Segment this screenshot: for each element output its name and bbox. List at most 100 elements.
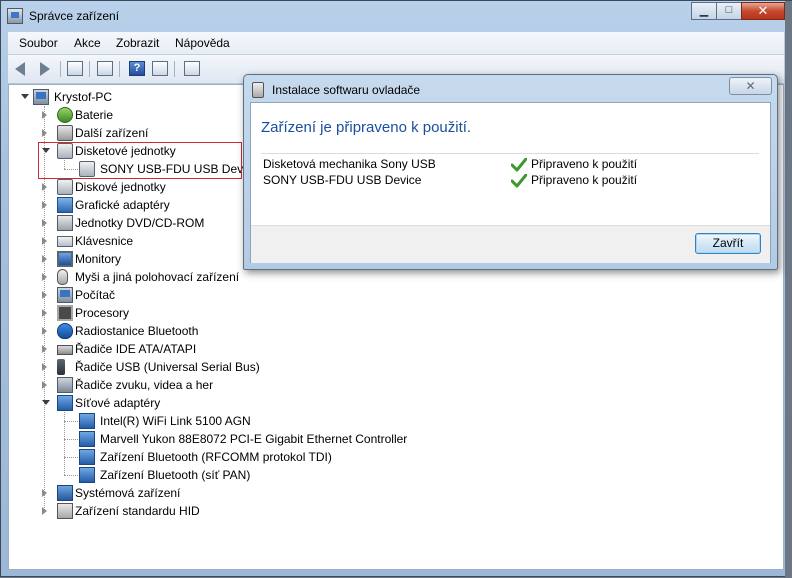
processor-icon (57, 305, 73, 321)
forward-icon[interactable] (35, 60, 53, 78)
title-bar[interactable]: Správce zařízení ▁ □ ✕ (1, 1, 791, 31)
device-status: Připraveno k použití (531, 173, 638, 187)
properties-icon[interactable] (96, 60, 114, 78)
tree-item-label: Klávesnice (75, 234, 134, 248)
tree-item-label: Zařízení standardu HID (75, 504, 200, 518)
expand-arrow-icon[interactable] (42, 255, 47, 263)
network-adapter-icon (79, 449, 95, 465)
tree-item-label: Intel(R) WiFi Link 5100 AGN (100, 414, 251, 428)
expand-arrow-icon[interactable] (42, 381, 47, 389)
expand-arrow-icon[interactable] (42, 111, 47, 119)
expand-arrow-icon[interactable] (42, 363, 47, 371)
tree-item-label: Diskové jednotky (75, 180, 166, 194)
tree-connector (64, 421, 78, 422)
disk-drive-icon (57, 179, 73, 195)
network-adapter-icon (57, 395, 73, 411)
hid-icon (57, 503, 73, 519)
computer-icon (33, 89, 49, 105)
device-name: Disketová mechanika Sony USB (263, 157, 436, 171)
device-status: Připraveno k použití (531, 157, 638, 171)
expand-arrow-icon[interactable] (42, 327, 47, 335)
expand-arrow-icon[interactable] (42, 309, 47, 317)
sound-icon (57, 377, 73, 393)
dialog-body: Zařízení je připraveno k použití. Disket… (250, 102, 771, 263)
display-adapter-icon (57, 197, 73, 213)
maximize-button[interactable]: □ (716, 2, 742, 20)
minimize-icon: ▁ (699, 5, 709, 17)
expand-arrow-icon[interactable] (42, 507, 47, 515)
other-devices-icon (57, 125, 73, 141)
tree-item-label: Radiostanice Bluetooth (75, 324, 199, 338)
tree-item-label: Myši a jiná polohovací zařízení (75, 270, 240, 284)
tree-item-label: Marvell Yukon 88E8072 PCI-E Gigabit Ethe… (100, 432, 408, 446)
tree-item-label: Jednotky DVD/CD-ROM (75, 216, 205, 230)
battery-icon (57, 107, 73, 123)
close-icon: ✕ (757, 3, 769, 18)
expand-arrow-icon[interactable] (42, 183, 47, 191)
usb-icon (57, 359, 65, 375)
menu-soubor[interactable]: Soubor (19, 36, 58, 50)
menu-bar: Soubor Akce Zobrazit Nápověda (8, 32, 784, 55)
back-icon[interactable] (13, 60, 31, 78)
caption-buttons: ▁ □ ✕ (691, 2, 785, 20)
tree-item-label: Monitory (75, 252, 122, 266)
desktop-edge (785, 1, 792, 578)
tree-connector (64, 412, 65, 475)
device-name: SONY USB-FDU USB Device (263, 173, 422, 187)
scan-hardware-icon[interactable] (183, 60, 201, 78)
tree-connector (64, 457, 78, 458)
monitor-icon (57, 251, 73, 267)
ide-controller-icon (57, 345, 73, 355)
minimize-button[interactable]: ▁ (691, 2, 717, 20)
dialog-close-button[interactable]: ✕ (729, 77, 772, 95)
expand-arrow-icon[interactable] (42, 345, 47, 353)
tree-item-label: Systémová zařízení (75, 486, 181, 500)
network-adapter-icon (79, 413, 95, 429)
dialog-footer: Zavřít (251, 225, 770, 263)
window-title: Správce zařízení (29, 9, 120, 23)
expand-arrow-icon[interactable] (42, 129, 47, 137)
menu-zobrazit[interactable]: Zobrazit (116, 36, 159, 50)
expand-arrow-icon[interactable] (42, 201, 47, 209)
system-devices-icon (57, 485, 73, 501)
maximize-icon: □ (725, 4, 733, 16)
collapse-arrow-icon[interactable] (42, 400, 50, 405)
network-adapter-icon (79, 431, 95, 447)
tree-item-label: Grafické adaptéry (75, 198, 170, 212)
device-manager-icon (7, 8, 23, 24)
tree-item-label: Řadiče zvuku, videa a her (75, 378, 214, 392)
tree-item-label: Zařízení Bluetooth (RFCOMM protokol TDI) (100, 450, 332, 464)
mouse-icon (57, 269, 68, 285)
view-icon[interactable] (151, 60, 169, 78)
bluetooth-icon (57, 323, 73, 339)
close-icon: ✕ (745, 79, 756, 93)
tree-item-label: Síťové adaptéry (75, 396, 161, 410)
highlight-box (38, 142, 242, 179)
computer-icon (57, 287, 73, 303)
expand-arrow-icon[interactable] (42, 273, 47, 281)
close-dialog-button[interactable]: Zavřít (695, 233, 761, 254)
expand-arrow-icon[interactable] (42, 489, 47, 497)
tree-item-label: Zařízení Bluetooth (síť PAN) (100, 468, 251, 482)
network-adapter-icon (79, 467, 95, 483)
usb-device-icon (252, 82, 264, 98)
expand-arrow-icon[interactable] (42, 219, 47, 227)
tree-connector (64, 439, 78, 440)
expand-arrow-icon[interactable] (42, 237, 47, 245)
menu-napoveda[interactable]: Nápověda (175, 36, 230, 50)
dialog-heading: Zařízení je připraveno k použití. (261, 119, 472, 136)
checkmark-icon (511, 158, 527, 172)
tree-item-label: Procesory (75, 306, 130, 320)
tree-item-label: Počítač (75, 288, 116, 302)
driver-install-dialog: Instalace softwaru ovladače ✕ Zařízení j… (243, 74, 778, 270)
menu-akce[interactable]: Akce (74, 36, 101, 50)
divider (261, 153, 759, 154)
tree-item-label: Řadiče IDE ATA/ATAPI (75, 342, 197, 356)
checkmark-icon (511, 174, 527, 188)
help-icon[interactable]: ? (128, 60, 146, 78)
expand-arrow-icon[interactable] (42, 291, 47, 299)
close-button[interactable]: ✕ (741, 2, 785, 20)
dvd-drive-icon (57, 215, 73, 231)
dialog-title: Instalace softwaru ovladače (272, 83, 421, 97)
show-hide-tree-icon[interactable] (66, 60, 84, 78)
